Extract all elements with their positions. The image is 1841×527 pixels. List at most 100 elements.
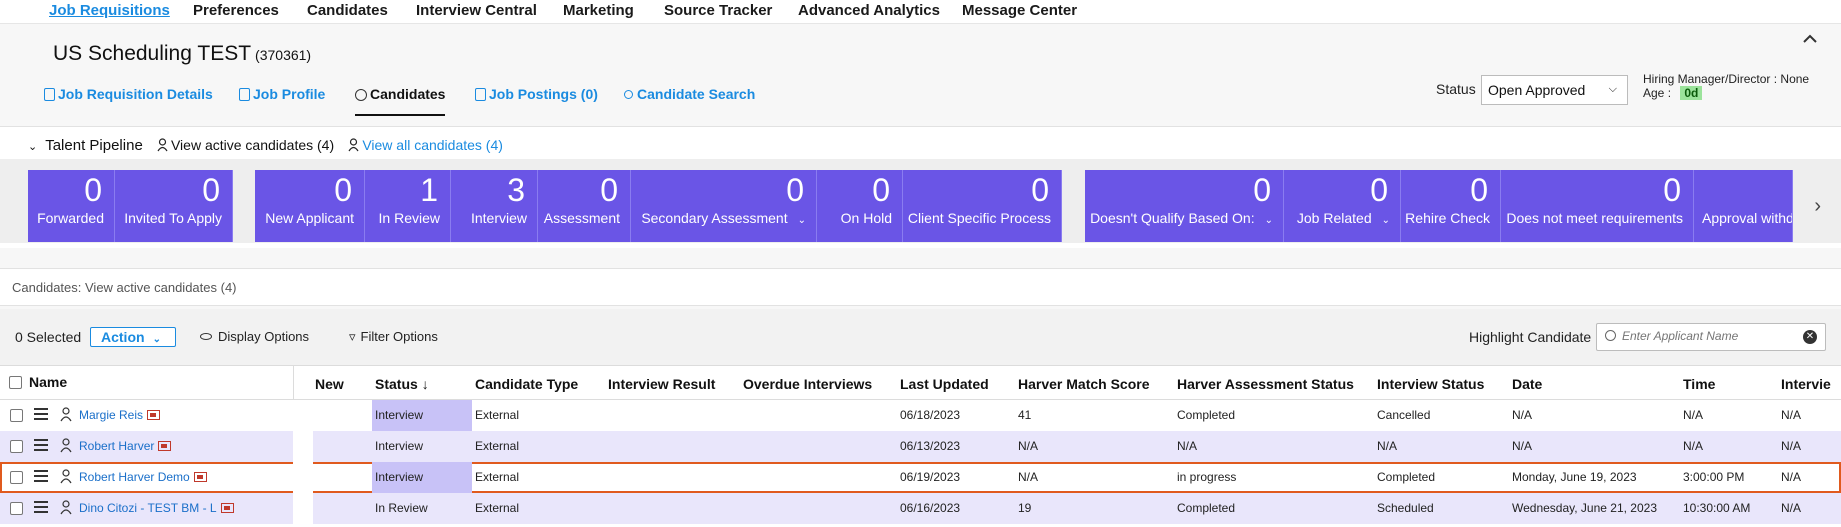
candidate-name-link[interactable]: Margie Reis xyxy=(79,408,143,422)
column-candidate-type[interactable]: Candidate Type xyxy=(475,376,578,392)
clear-icon[interactable]: ✕ xyxy=(1803,330,1817,344)
tile-job-related[interactable]: 0 Job Related ⌄ xyxy=(1284,170,1401,242)
column-gap xyxy=(293,431,313,462)
tile-in-review[interactable]: 1 In Review xyxy=(365,170,451,242)
table-row[interactable]: Margie Reis Interview External 06/18/2023 41… xyxy=(0,400,1841,431)
table-row[interactable]: Dino Citozi - TEST BM - L In Review Extern… xyxy=(0,493,1841,524)
status-select[interactable]: Open Approved ⌵ xyxy=(1481,75,1628,105)
candidates-section-title: Candidates: View active candidates (4) xyxy=(12,280,237,295)
eye-icon xyxy=(200,333,212,340)
table-header: Name New Status ↓ Candidate Type Intervi… xyxy=(0,365,1841,401)
nav-job-requisitions[interactable]: Job Requisitions xyxy=(49,2,170,19)
talent-pipeline-header: ⌄ Talent Pipeline View active candidates … xyxy=(28,137,503,154)
column-overdue-interviews[interactable]: Overdue Interviews xyxy=(743,376,872,392)
tile-does-not-meet-requirements[interactable]: 0 Does not meet requirements xyxy=(1501,170,1694,242)
tile-invited-to-apply[interactable]: 0 Invited To Apply xyxy=(115,170,233,242)
assessment-cell: N/A xyxy=(1177,439,1198,453)
tile-approval-withdrawn[interactable]: Approval withd xyxy=(1694,170,1793,242)
view-active-candidates[interactable]: View active candidates (4) xyxy=(171,137,334,153)
istatus-cell: Cancelled xyxy=(1377,408,1431,422)
age-badge: 0d xyxy=(1680,86,1703,100)
candidate-name-link[interactable]: Dino Citozi - TEST BM - L xyxy=(79,501,217,515)
tile-secondary-assessment[interactable]: 0 Secondary Assessment ⌄ xyxy=(631,170,817,242)
row-menu-icon[interactable] xyxy=(34,408,48,420)
candidate-name-link[interactable]: Robert Harver Demo xyxy=(79,470,190,484)
tile-client-specific-process[interactable]: 0 Client Specific Process xyxy=(903,170,1062,242)
view-all-candidates-link[interactable]: View all candidates (4) xyxy=(362,137,503,153)
time-cell: N/A xyxy=(1683,408,1704,422)
row-menu-icon[interactable] xyxy=(34,501,48,513)
tile-interview[interactable]: 3 Interview xyxy=(451,170,538,242)
nav-marketing[interactable]: Marketing xyxy=(563,2,634,19)
column-interview-status[interactable]: Interview Status xyxy=(1377,376,1484,392)
interviewer-cell: N/A xyxy=(1781,501,1802,515)
column-interview-result[interactable]: Interview Result xyxy=(608,376,715,392)
collapse-chevron-up-icon[interactable] xyxy=(1801,32,1819,46)
chevron-right-icon[interactable]: › xyxy=(1814,195,1821,218)
column-status[interactable]: Status ↓ xyxy=(375,376,429,392)
table-row[interactable]: Robert Harver Demo Interview External 06/19… xyxy=(0,462,1841,493)
tile-new-applicant[interactable]: 0 New Applicant xyxy=(255,170,365,242)
applicant-name-input[interactable] xyxy=(1622,329,1792,343)
row-checkbox[interactable] xyxy=(10,502,23,515)
page-title: US Scheduling TEST (370361) xyxy=(53,42,311,66)
istatus-cell: N/A xyxy=(1377,439,1398,453)
talent-pipeline-title: Talent Pipeline xyxy=(45,137,143,154)
candidate-name-link[interactable]: Robert Harver xyxy=(79,439,154,453)
column-last-updated[interactable]: Last Updated xyxy=(900,376,989,392)
nav-interview-central[interactable]: Interview Central xyxy=(416,2,537,19)
tile-on-hold[interactable]: 0 On Hold xyxy=(817,170,903,242)
resume-flag-icon[interactable] xyxy=(220,503,234,513)
nav-preferences[interactable]: Preferences xyxy=(193,2,279,19)
status-cell[interactable]: Interview xyxy=(372,462,472,493)
type-cell: External xyxy=(475,501,520,515)
row-menu-icon[interactable] xyxy=(34,439,48,451)
table-row[interactable]: Robert Harver Interview External 06/13/2023… xyxy=(0,431,1841,462)
status-cell[interactable]: Interview xyxy=(372,431,472,462)
status-cell[interactable]: In Review xyxy=(372,493,472,524)
nav-advanced-analytics[interactable]: Advanced Analytics xyxy=(798,2,940,19)
tab-job-profile[interactable]: Job Profile xyxy=(239,86,325,116)
tile-forwarded[interactable]: 0 Forwarded xyxy=(28,170,115,242)
tab-candidate-search[interactable]: Candidate Search xyxy=(624,86,755,116)
type-cell: External xyxy=(475,470,520,484)
nav-candidates[interactable]: Candidates xyxy=(307,2,388,19)
nav-source-tracker[interactable]: Source Tracker xyxy=(664,2,772,19)
tile-rehire-check[interactable]: 0 Rehire Check xyxy=(1401,170,1501,242)
tile-doesnt-qualify[interactable]: 0 Doesn't Qualify Based On: ⌄ xyxy=(1085,170,1284,242)
status-value: Open Approved xyxy=(1488,82,1586,98)
status-cell[interactable]: Interview xyxy=(372,400,472,431)
column-time[interactable]: Time xyxy=(1683,376,1715,392)
resume-flag-icon[interactable] xyxy=(147,410,161,420)
column-harver-match-score[interactable]: Harver Match Score xyxy=(1018,376,1150,392)
column-interviewer[interactable]: Intervie xyxy=(1781,376,1831,392)
chevron-down-icon: ⌄ xyxy=(152,334,161,345)
filter-options-button[interactable]: ▿ Filter Options xyxy=(349,329,438,345)
display-options-button[interactable]: Display Options xyxy=(200,329,309,344)
column-name[interactable]: Name xyxy=(29,374,67,390)
tab-job-requisition-details[interactable]: Job Requisition Details xyxy=(44,86,213,116)
resume-flag-icon[interactable] xyxy=(193,472,207,482)
selected-count: 0 Selected xyxy=(15,329,82,345)
resume-flag-icon[interactable] xyxy=(158,441,172,451)
chevron-down-icon[interactable]: ⌄ xyxy=(28,140,37,153)
row-checkbox[interactable] xyxy=(10,471,23,484)
nav-message-center[interactable]: Message Center xyxy=(962,2,1077,19)
tile-assessment[interactable]: 0 Assessment xyxy=(538,170,631,242)
type-cell: External xyxy=(475,439,520,453)
tab-job-postings[interactable]: Job Postings (0) xyxy=(475,86,598,116)
column-harver-assessment-status[interactable]: Harver Assessment Status xyxy=(1177,376,1354,392)
assessment-cell: in progress xyxy=(1177,470,1237,484)
select-all-checkbox[interactable] xyxy=(9,376,22,389)
column-new[interactable]: New xyxy=(315,376,344,392)
highlight-candidate-label: Highlight Candidate xyxy=(1469,329,1592,345)
updated-cell: 06/18/2023 xyxy=(900,408,961,422)
tab-candidates[interactable]: Candidates xyxy=(355,86,446,116)
row-menu-icon[interactable] xyxy=(34,470,48,482)
action-dropdown-button[interactable]: Action ⌄ xyxy=(90,327,176,347)
column-date[interactable]: Date xyxy=(1512,376,1542,392)
row-checkbox[interactable] xyxy=(10,440,23,453)
row-checkbox[interactable] xyxy=(10,409,23,422)
score-cell: N/A xyxy=(1018,439,1039,453)
highlight-candidate-search[interactable]: ✕ xyxy=(1596,323,1826,351)
